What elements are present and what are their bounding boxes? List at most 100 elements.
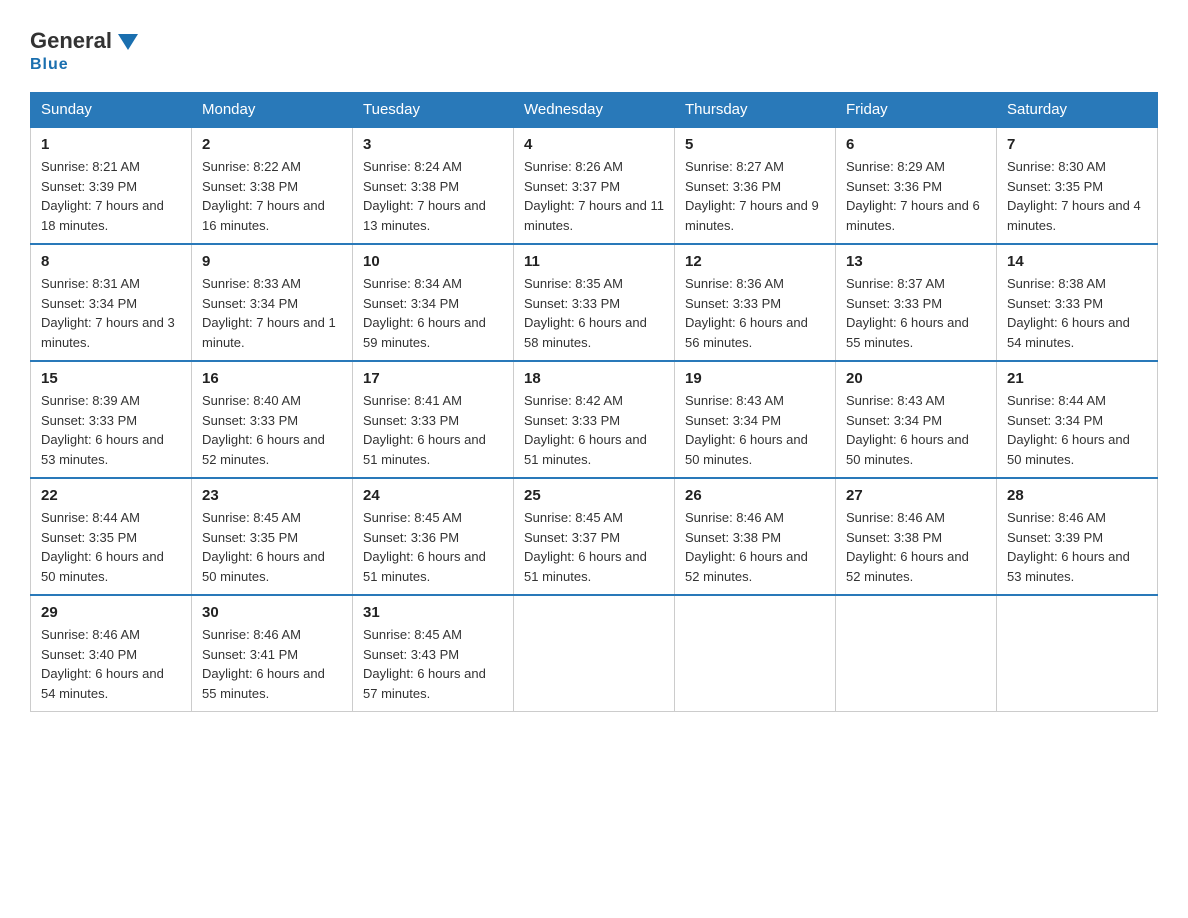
calendar-cell: 2 Sunrise: 8:22 AMSunset: 3:38 PMDayligh… (192, 127, 353, 244)
day-info: Sunrise: 8:46 AMSunset: 3:38 PMDaylight:… (685, 508, 825, 586)
logo-triangle-icon (118, 34, 138, 50)
day-number: 4 (524, 136, 664, 153)
calendar-cell (997, 595, 1158, 712)
page-header: General Blue (30, 20, 1158, 74)
weekday-header-thursday: Thursday (675, 93, 836, 128)
day-info: Sunrise: 8:29 AMSunset: 3:36 PMDaylight:… (846, 157, 986, 235)
calendar-cell: 22 Sunrise: 8:44 AMSunset: 3:35 PMDaylig… (31, 478, 192, 595)
day-info: Sunrise: 8:42 AMSunset: 3:33 PMDaylight:… (524, 391, 664, 469)
day-info: Sunrise: 8:43 AMSunset: 3:34 PMDaylight:… (685, 391, 825, 469)
day-number: 24 (363, 487, 503, 504)
day-info: Sunrise: 8:26 AMSunset: 3:37 PMDaylight:… (524, 157, 664, 235)
logo-blue-text: Blue (30, 56, 69, 74)
weekday-header-row: SundayMondayTuesdayWednesdayThursdayFrid… (31, 93, 1158, 128)
day-number: 6 (846, 136, 986, 153)
calendar-cell (675, 595, 836, 712)
weekday-header-monday: Monday (192, 93, 353, 128)
weekday-header-saturday: Saturday (997, 93, 1158, 128)
day-number: 10 (363, 253, 503, 270)
day-info: Sunrise: 8:44 AMSunset: 3:35 PMDaylight:… (41, 508, 181, 586)
day-info: Sunrise: 8:43 AMSunset: 3:34 PMDaylight:… (846, 391, 986, 469)
day-number: 1 (41, 136, 181, 153)
calendar-cell: 10 Sunrise: 8:34 AMSunset: 3:34 PMDaylig… (353, 244, 514, 361)
calendar-cell: 12 Sunrise: 8:36 AMSunset: 3:33 PMDaylig… (675, 244, 836, 361)
calendar-cell: 13 Sunrise: 8:37 AMSunset: 3:33 PMDaylig… (836, 244, 997, 361)
calendar-cell: 21 Sunrise: 8:44 AMSunset: 3:34 PMDaylig… (997, 361, 1158, 478)
day-info: Sunrise: 8:27 AMSunset: 3:36 PMDaylight:… (685, 157, 825, 235)
day-number: 29 (41, 604, 181, 621)
calendar-cell: 3 Sunrise: 8:24 AMSunset: 3:38 PMDayligh… (353, 127, 514, 244)
day-info: Sunrise: 8:39 AMSunset: 3:33 PMDaylight:… (41, 391, 181, 469)
day-number: 23 (202, 487, 342, 504)
calendar-header: SundayMondayTuesdayWednesdayThursdayFrid… (31, 93, 1158, 128)
logo: General Blue (30, 28, 138, 74)
calendar-body: 1 Sunrise: 8:21 AMSunset: 3:39 PMDayligh… (31, 127, 1158, 712)
weekday-header-sunday: Sunday (31, 93, 192, 128)
calendar-cell: 19 Sunrise: 8:43 AMSunset: 3:34 PMDaylig… (675, 361, 836, 478)
week-row-1: 1 Sunrise: 8:21 AMSunset: 3:39 PMDayligh… (31, 127, 1158, 244)
day-info: Sunrise: 8:46 AMSunset: 3:38 PMDaylight:… (846, 508, 986, 586)
day-number: 30 (202, 604, 342, 621)
week-row-4: 22 Sunrise: 8:44 AMSunset: 3:35 PMDaylig… (31, 478, 1158, 595)
calendar-cell: 14 Sunrise: 8:38 AMSunset: 3:33 PMDaylig… (997, 244, 1158, 361)
day-info: Sunrise: 8:44 AMSunset: 3:34 PMDaylight:… (1007, 391, 1147, 469)
calendar-cell: 5 Sunrise: 8:27 AMSunset: 3:36 PMDayligh… (675, 127, 836, 244)
day-number: 14 (1007, 253, 1147, 270)
day-number: 7 (1007, 136, 1147, 153)
day-info: Sunrise: 8:40 AMSunset: 3:33 PMDaylight:… (202, 391, 342, 469)
calendar-cell (836, 595, 997, 712)
day-number: 19 (685, 370, 825, 387)
calendar-cell: 29 Sunrise: 8:46 AMSunset: 3:40 PMDaylig… (31, 595, 192, 712)
calendar-cell: 23 Sunrise: 8:45 AMSunset: 3:35 PMDaylig… (192, 478, 353, 595)
calendar-cell: 8 Sunrise: 8:31 AMSunset: 3:34 PMDayligh… (31, 244, 192, 361)
calendar-table: SundayMondayTuesdayWednesdayThursdayFrid… (30, 92, 1158, 712)
day-info: Sunrise: 8:36 AMSunset: 3:33 PMDaylight:… (685, 274, 825, 352)
day-info: Sunrise: 8:41 AMSunset: 3:33 PMDaylight:… (363, 391, 503, 469)
logo-general: General (30, 28, 112, 54)
day-number: 28 (1007, 487, 1147, 504)
day-number: 5 (685, 136, 825, 153)
day-number: 12 (685, 253, 825, 270)
day-number: 26 (685, 487, 825, 504)
calendar-cell: 16 Sunrise: 8:40 AMSunset: 3:33 PMDaylig… (192, 361, 353, 478)
calendar-cell: 1 Sunrise: 8:21 AMSunset: 3:39 PMDayligh… (31, 127, 192, 244)
calendar-cell: 26 Sunrise: 8:46 AMSunset: 3:38 PMDaylig… (675, 478, 836, 595)
day-number: 22 (41, 487, 181, 504)
day-number: 8 (41, 253, 181, 270)
day-number: 16 (202, 370, 342, 387)
day-number: 11 (524, 253, 664, 270)
day-info: Sunrise: 8:37 AMSunset: 3:33 PMDaylight:… (846, 274, 986, 352)
day-info: Sunrise: 8:46 AMSunset: 3:40 PMDaylight:… (41, 625, 181, 703)
calendar-cell: 6 Sunrise: 8:29 AMSunset: 3:36 PMDayligh… (836, 127, 997, 244)
calendar-cell: 4 Sunrise: 8:26 AMSunset: 3:37 PMDayligh… (514, 127, 675, 244)
calendar-cell: 24 Sunrise: 8:45 AMSunset: 3:36 PMDaylig… (353, 478, 514, 595)
day-info: Sunrise: 8:46 AMSunset: 3:39 PMDaylight:… (1007, 508, 1147, 586)
calendar-cell (514, 595, 675, 712)
week-row-2: 8 Sunrise: 8:31 AMSunset: 3:34 PMDayligh… (31, 244, 1158, 361)
calendar-cell: 15 Sunrise: 8:39 AMSunset: 3:33 PMDaylig… (31, 361, 192, 478)
weekday-header-friday: Friday (836, 93, 997, 128)
day-number: 13 (846, 253, 986, 270)
day-number: 18 (524, 370, 664, 387)
calendar-cell: 28 Sunrise: 8:46 AMSunset: 3:39 PMDaylig… (997, 478, 1158, 595)
day-info: Sunrise: 8:45 AMSunset: 3:35 PMDaylight:… (202, 508, 342, 586)
calendar-cell: 18 Sunrise: 8:42 AMSunset: 3:33 PMDaylig… (514, 361, 675, 478)
day-info: Sunrise: 8:38 AMSunset: 3:33 PMDaylight:… (1007, 274, 1147, 352)
calendar-cell: 27 Sunrise: 8:46 AMSunset: 3:38 PMDaylig… (836, 478, 997, 595)
day-number: 20 (846, 370, 986, 387)
day-number: 27 (846, 487, 986, 504)
day-number: 31 (363, 604, 503, 621)
calendar-cell: 31 Sunrise: 8:45 AMSunset: 3:43 PMDaylig… (353, 595, 514, 712)
day-info: Sunrise: 8:21 AMSunset: 3:39 PMDaylight:… (41, 157, 181, 235)
day-info: Sunrise: 8:24 AMSunset: 3:38 PMDaylight:… (363, 157, 503, 235)
day-info: Sunrise: 8:34 AMSunset: 3:34 PMDaylight:… (363, 274, 503, 352)
day-info: Sunrise: 8:45 AMSunset: 3:36 PMDaylight:… (363, 508, 503, 586)
calendar-cell: 30 Sunrise: 8:46 AMSunset: 3:41 PMDaylig… (192, 595, 353, 712)
day-info: Sunrise: 8:31 AMSunset: 3:34 PMDaylight:… (41, 274, 181, 352)
day-number: 17 (363, 370, 503, 387)
calendar-cell: 25 Sunrise: 8:45 AMSunset: 3:37 PMDaylig… (514, 478, 675, 595)
day-number: 21 (1007, 370, 1147, 387)
day-number: 15 (41, 370, 181, 387)
calendar-cell: 11 Sunrise: 8:35 AMSunset: 3:33 PMDaylig… (514, 244, 675, 361)
calendar-cell: 17 Sunrise: 8:41 AMSunset: 3:33 PMDaylig… (353, 361, 514, 478)
